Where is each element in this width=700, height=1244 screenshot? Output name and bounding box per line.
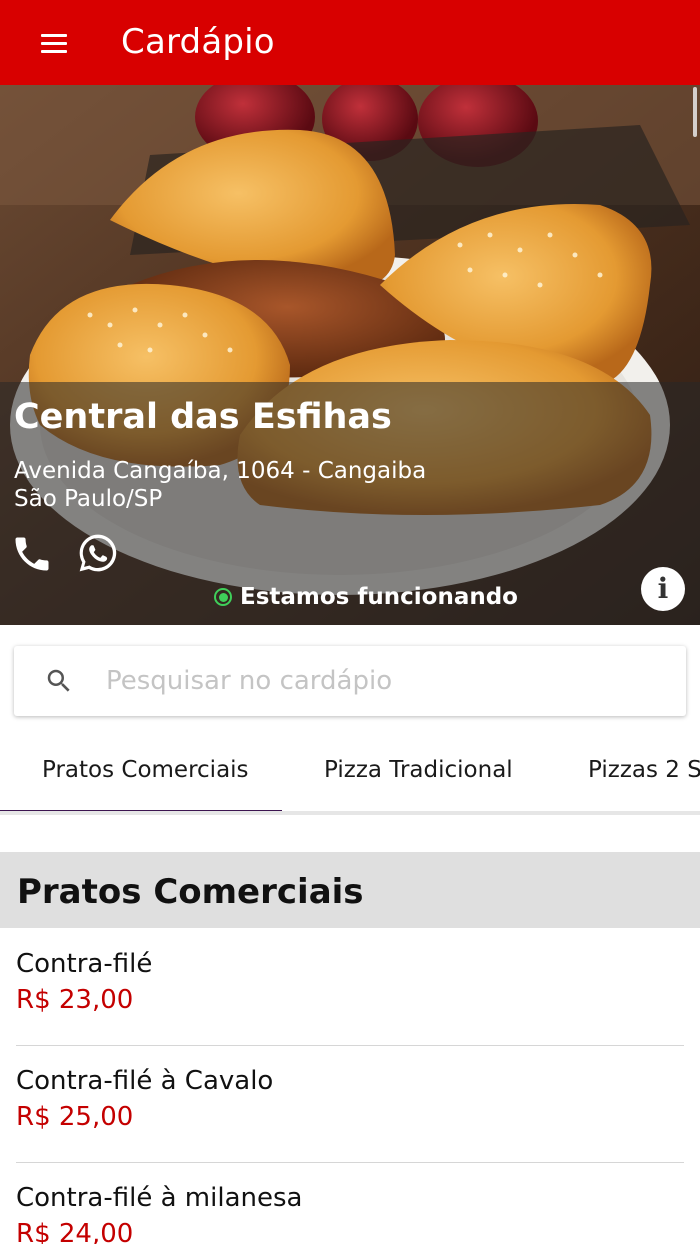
- search-icon: [47, 669, 70, 692]
- tab-pizza-tradicional[interactable]: Pizza Tradicional: [324, 757, 513, 783]
- menu-item[interactable]: Contra-filé à Cavalo R$ 25,00: [16, 1046, 684, 1163]
- tab-pratos-comerciais[interactable]: Pratos Comerciais: [42, 757, 249, 783]
- status-indicator-icon: [214, 588, 232, 606]
- info-glyph: i: [657, 572, 669, 605]
- phone-icon-graphic: [15, 537, 49, 571]
- scrollbar[interactable]: [693, 87, 697, 137]
- menu-line: [41, 33, 67, 37]
- menu-item-name: Contra-filé à milanesa: [16, 1183, 303, 1213]
- section-header: Pratos Comerciais: [0, 852, 700, 928]
- menu-line: [41, 41, 67, 45]
- category-tabs: Pratos Comerciais Pizza Tradicional Pizz…: [0, 730, 700, 815]
- store-status: Estamos funcionando: [214, 584, 518, 610]
- menu-item-name: Contra-filé: [16, 949, 153, 979]
- store-hero: Central das Esfihas Avenida Cangaíba, 10…: [0, 85, 700, 625]
- store-name: Central das Esfihas: [14, 397, 392, 437]
- menu-line: [41, 49, 67, 53]
- phone-icon[interactable]: [10, 532, 54, 576]
- store-address-line2: São Paulo/SP: [14, 486, 163, 512]
- info-icon[interactable]: i: [641, 567, 685, 611]
- store-address-line1: Avenida Cangaíba, 1064 - Cangaiba: [14, 458, 427, 484]
- whatsapp-icon-graphic: [79, 534, 117, 572]
- search-bar: [14, 646, 686, 716]
- menu-item-name: Contra-filé à Cavalo: [16, 1066, 274, 1096]
- hamburger-menu-icon[interactable]: [30, 22, 78, 64]
- menu-item-price: R$ 25,00: [16, 1102, 134, 1132]
- status-text: Estamos funcionando: [240, 584, 518, 610]
- search-input[interactable]: [106, 660, 666, 702]
- app-bar: Cardápio: [0, 0, 700, 85]
- section-title: Pratos Comerciais: [17, 872, 364, 912]
- tab-indicator: [0, 810, 282, 811]
- menu-item[interactable]: Contra-filé R$ 23,00: [16, 929, 684, 1046]
- menu-item-price: R$ 23,00: [16, 985, 134, 1015]
- whatsapp-icon[interactable]: [76, 531, 120, 575]
- page-title: Cardápio: [121, 22, 275, 62]
- menu-item[interactable]: Contra-filé à milanesa R$ 24,00: [16, 1163, 684, 1244]
- menu-item-price: R$ 24,00: [16, 1219, 134, 1244]
- tab-pizzas-2-sabores[interactable]: Pizzas 2 Sa: [588, 757, 700, 783]
